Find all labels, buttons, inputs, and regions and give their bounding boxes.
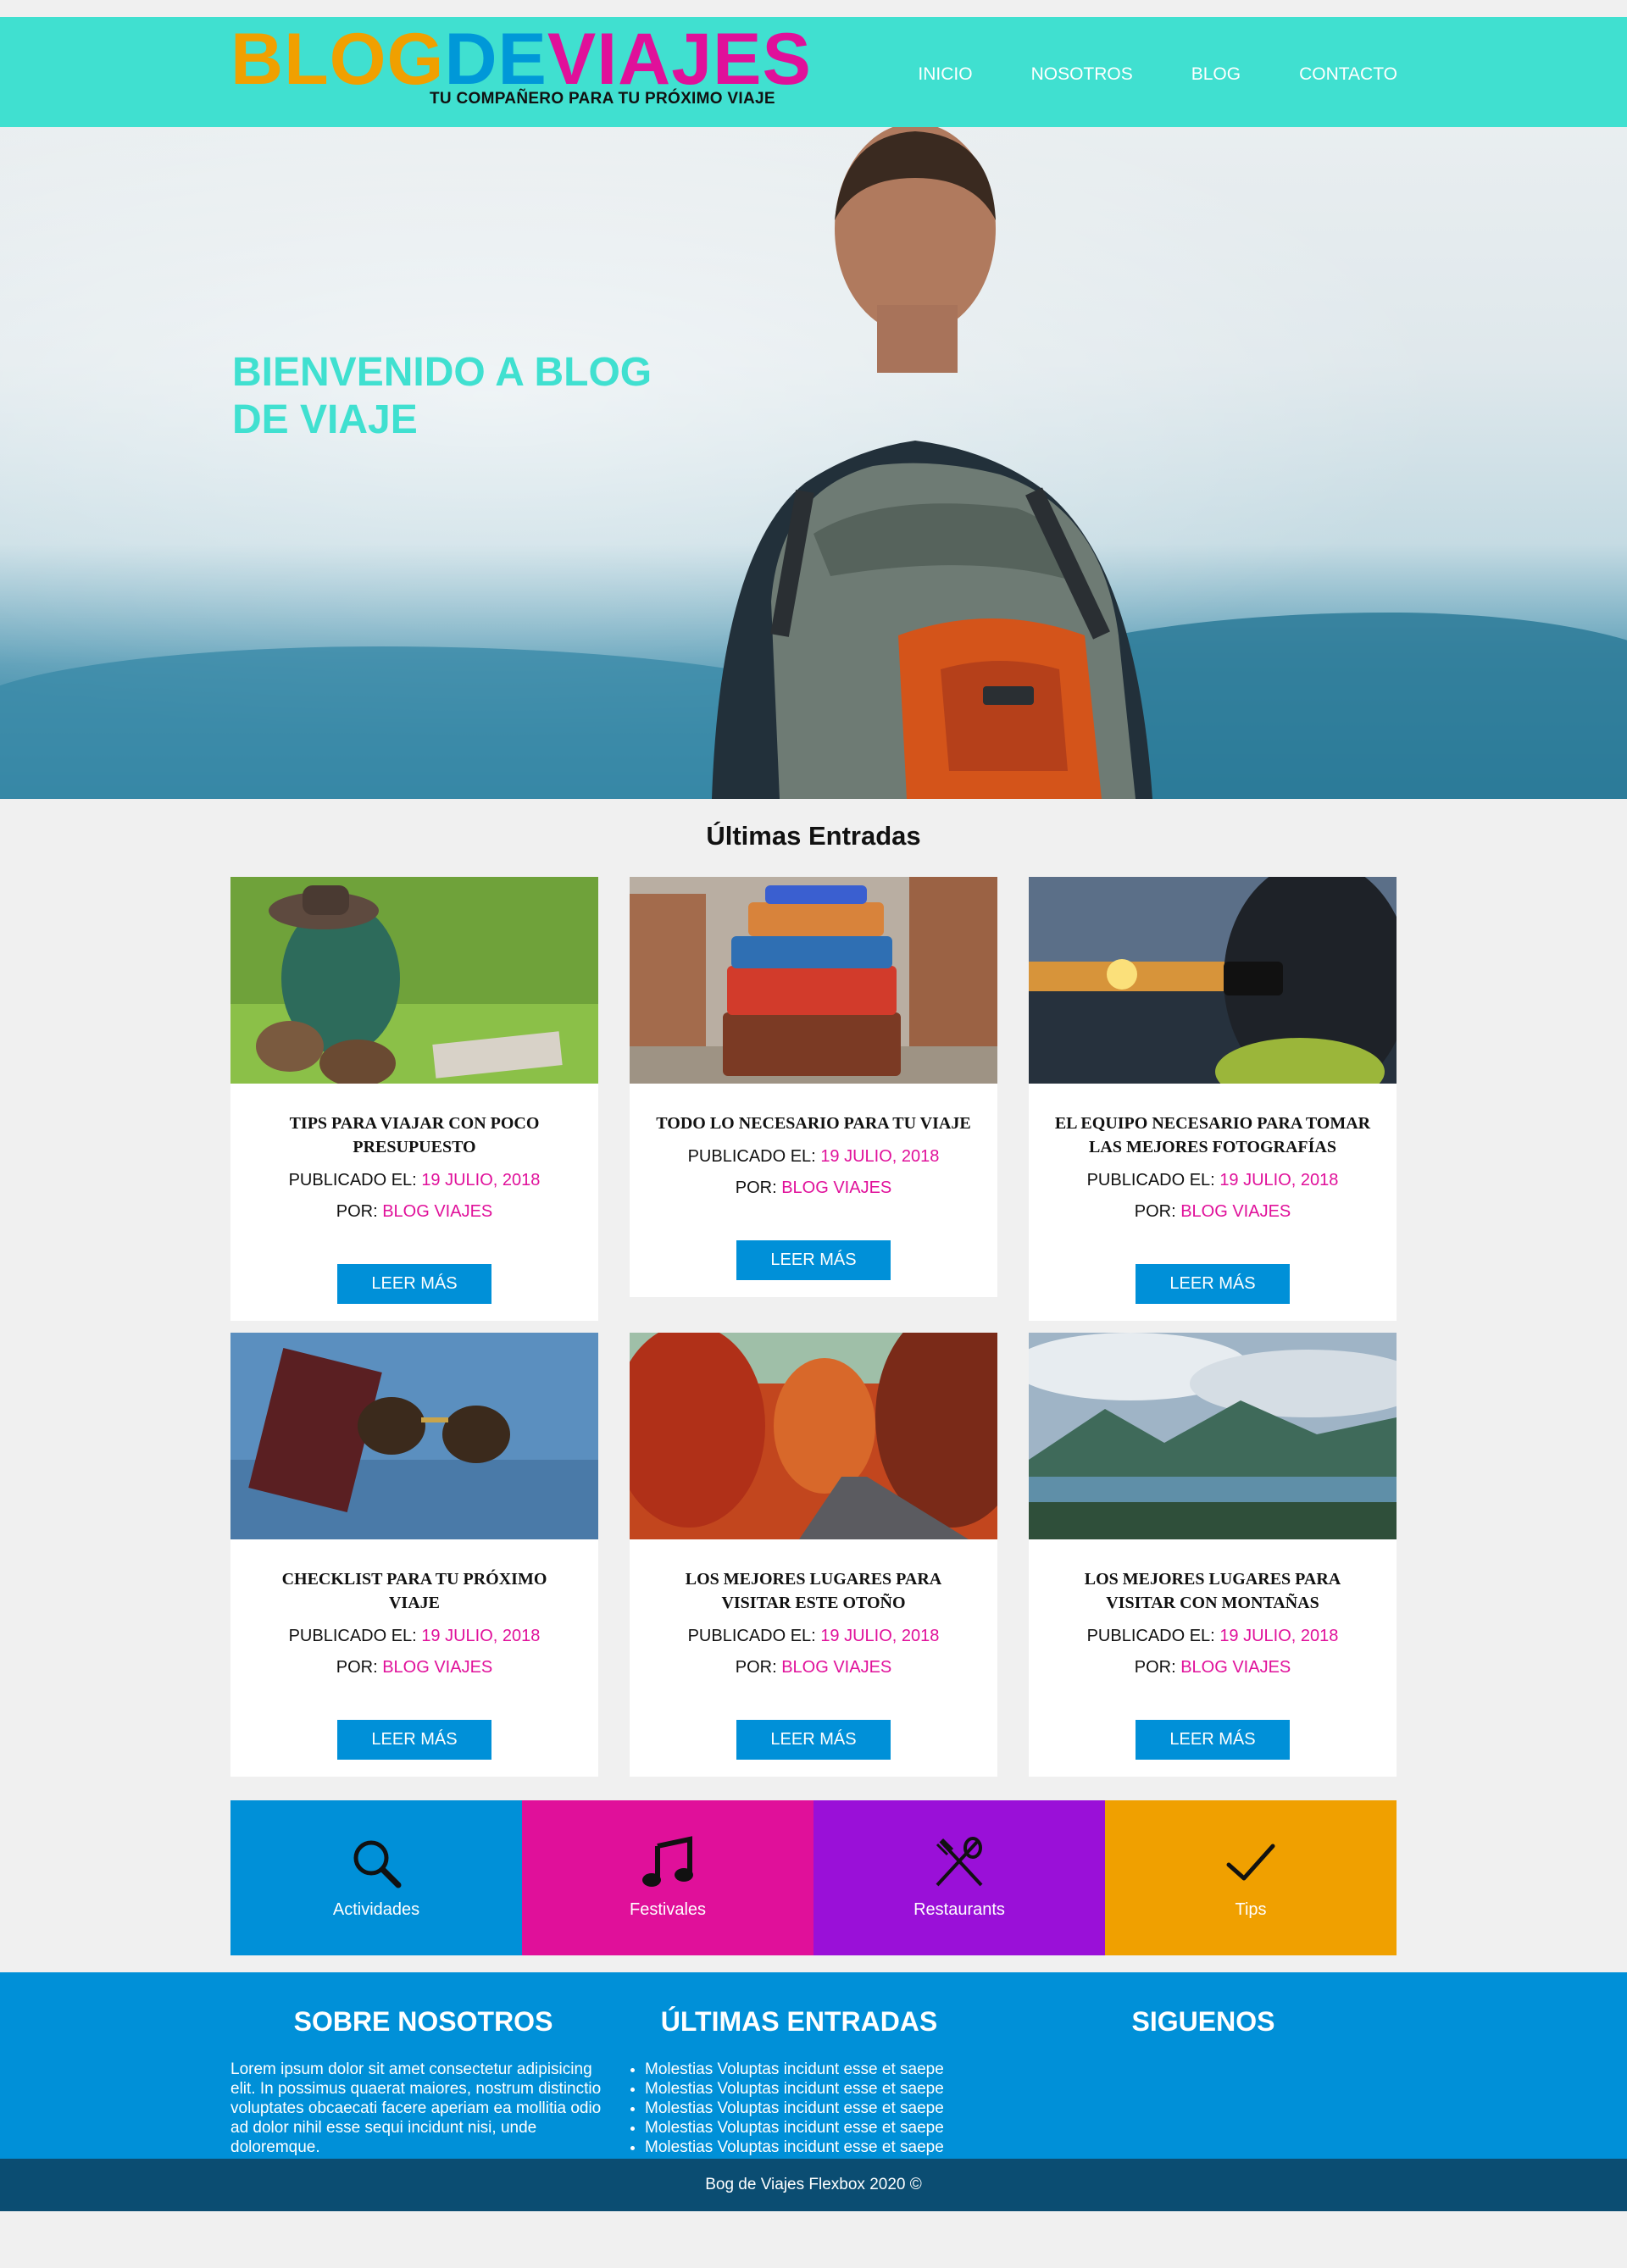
check-icon — [1226, 1844, 1275, 1881]
footer-about: SOBRE NOSOTROS Lorem ipsum dolor sit ame… — [230, 2006, 616, 2157]
post-date[interactable]: 19 JULIO, 2018 — [421, 1627, 540, 1645]
post-card: EL EQUIPO NECESARIO PARA TOMAR LAS MEJOR… — [1029, 860, 1410, 1321]
post-image-mountain-lake — [1012, 1333, 1427, 1539]
hero-banner: BIENVENIDO A BLOG DE VIAJE — [0, 127, 1627, 799]
post-date[interactable]: 19 JULIO, 2018 — [421, 1171, 540, 1189]
latest-entries-title: Últimas Entradas — [706, 821, 921, 851]
published-label: PUBLICADO EL: — [687, 1147, 816, 1166]
footer-social: SIGUENOS — [1042, 2006, 1364, 2060]
nav-blog[interactable]: BLOG — [1191, 64, 1241, 85]
published-label: PUBLICADO EL: — [288, 1627, 417, 1645]
nav-contacto[interactable]: CONTACTO — [1299, 64, 1397, 85]
post-date[interactable]: 19 JULIO, 2018 — [820, 1147, 939, 1166]
post-author[interactable]: BLOG VIAJES — [1180, 1658, 1291, 1677]
post-title: EL EQUIPO NECESARIO PARA TOMAR LAS MEJOR… — [1054, 1114, 1371, 1156]
footer-about-title: SOBRE NOSOTROS — [293, 2006, 553, 2037]
post-date[interactable]: 19 JULIO, 2018 — [1219, 1627, 1338, 1645]
category-label: Festivales — [629, 1900, 707, 1919]
category-actividades[interactable]: Actividades — [230, 1800, 522, 1955]
post-card: LOS MEJORES LUGARES PARA VISITAR ESTE OT… — [613, 1307, 1028, 1777]
post-author[interactable]: BLOG VIAJES — [1180, 1202, 1291, 1221]
by-label: POR: — [336, 1202, 378, 1221]
category-tips[interactable]: Tips — [1105, 1800, 1397, 1955]
read-more-button[interactable]: LEER MÁS — [337, 1264, 491, 1304]
post-image-suitcases — [630, 877, 997, 1084]
hero-title: BIENVENIDO A BLOG DE VIAJE — [232, 350, 652, 442]
top-spacer — [0, 0, 1627, 17]
footer-latest-item[interactable]: Molestias Voluptas incidunt esse et saep… — [645, 2118, 1013, 2138]
post-title: CHECKLIST PARA TU PRÓXIMO VIAJE — [281, 1570, 547, 1612]
music-icon — [642, 1836, 693, 1887]
footer-latest-item[interactable]: Molestias Voluptas incidunt esse et saep… — [645, 2138, 1013, 2157]
by-label: POR: — [1134, 1658, 1176, 1677]
post-author[interactable]: BLOG VIAJES — [781, 1178, 891, 1197]
logo-word-3: VIAJES — [547, 19, 812, 100]
post-author[interactable]: BLOG VIAJES — [781, 1658, 891, 1677]
read-more-button[interactable]: LEER MÁS — [1136, 1264, 1290, 1304]
category-festivales[interactable]: Festivales — [522, 1800, 814, 1955]
post-date[interactable]: 19 JULIO, 2018 — [1219, 1171, 1338, 1189]
published-label: PUBLICADO EL: — [687, 1627, 816, 1645]
post-image-photographer — [1029, 860, 1410, 1106]
copyright: Bog de Viajes Flexbox 2020 © — [0, 2159, 1627, 2211]
post-card: TODO LO NECESARIO PARA TU VIAJE PUBLICAD… — [630, 877, 997, 1297]
main-nav: INICIO NOSOTROS BLOG CONTACTO — [859, 64, 1397, 85]
site-header: BLOGDEVIAJES TU COMPAÑERO PARA TU PRÓXIM… — [0, 17, 1627, 127]
published-label: PUBLICADO EL: — [288, 1171, 417, 1189]
hero-hiker-image — [712, 127, 1152, 799]
search-icon — [353, 1840, 402, 1888]
by-label: POR: — [735, 1658, 777, 1677]
category-restaurants[interactable]: Restaurants — [814, 1800, 1105, 1955]
footer-latest-list: Molestias Voluptas incidunt esse et saep… — [623, 2060, 1013, 2157]
by-label: POR: — [336, 1658, 378, 1677]
post-title: TODO LO NECESARIO PARA TU VIAJE — [656, 1114, 971, 1133]
post-card: LOS MEJORES LUGARES PARA VISITAR CON MON… — [1012, 1333, 1427, 1777]
utensils-icon — [936, 1837, 983, 1887]
footer-latest-item[interactable]: Molestias Voluptas incidunt esse et saep… — [645, 2060, 1013, 2079]
read-more-button[interactable]: LEER MÁS — [1136, 1720, 1290, 1760]
footer-latest-item[interactable]: Molestias Voluptas incidunt esse et saep… — [645, 2079, 1013, 2099]
post-title: LOS MEJORES LUGARES PARA VISITAR CON MON… — [1084, 1570, 1341, 1612]
category-label: Restaurants — [913, 1900, 1005, 1919]
post-card: CHECKLIST PARA TU PRÓXIMO VIAJE PUBLICAD… — [230, 1333, 598, 1777]
posts-grid: TIPS PARA VIAJAR CON POCO PRESUPUESTO PU… — [230, 851, 1427, 1800]
logo-word-1: BLOG — [230, 19, 445, 100]
read-more-button[interactable]: LEER MÁS — [736, 1720, 891, 1760]
post-card: TIPS PARA VIAJAR CON POCO PRESUPUESTO PU… — [230, 877, 598, 1321]
logo-tagline: TU COMPAÑERO PARA TU PRÓXIMO VIAJE — [430, 90, 775, 108]
logo-word-2: DE — [444, 19, 547, 100]
footer-latest-title: ÚLTIMAS ENTRADAS — [660, 2006, 938, 2037]
site-logo[interactable]: BLOGDEVIAJES TU COMPAÑERO PARA TU PRÓXIM… — [230, 23, 812, 108]
read-more-button[interactable]: LEER MÁS — [337, 1720, 491, 1760]
footer-latest-item[interactable]: Molestias Voluptas incidunt esse et saep… — [645, 2099, 1013, 2118]
post-date[interactable]: 19 JULIO, 2018 — [820, 1627, 939, 1645]
category-label: Actividades — [332, 1900, 420, 1919]
footer-social-title: SIGUENOS — [1131, 2006, 1275, 2037]
by-label: POR: — [735, 1178, 777, 1197]
published-label: PUBLICADO EL: — [1086, 1171, 1215, 1189]
categories-bar: Actividades Festivales Restaurants Tips — [230, 1800, 1397, 1955]
by-label: POR: — [1134, 1202, 1176, 1221]
site-footer: SOBRE NOSOTROS Lorem ipsum dolor sit ame… — [0, 1972, 1627, 2211]
category-label: Tips — [1235, 1900, 1267, 1919]
post-image-backpack-hat — [230, 877, 598, 1087]
footer-about-text: Lorem ipsum dolor sit amet consectetur a… — [230, 2060, 602, 2156]
published-label: PUBLICADO EL: — [1086, 1627, 1215, 1645]
nav-nosotros[interactable]: NOSOTROS — [1031, 64, 1133, 85]
nav-inicio[interactable]: INICIO — [918, 64, 972, 85]
read-more-button[interactable]: LEER MÁS — [736, 1240, 891, 1280]
post-title: LOS MEJORES LUGARES PARA VISITAR ESTE OT… — [685, 1570, 942, 1612]
post-image-autumn-road — [613, 1307, 1028, 1539]
post-author[interactable]: BLOG VIAJES — [382, 1202, 492, 1221]
footer-latest: ÚLTIMAS ENTRADAS Molestias Voluptas inci… — [623, 2006, 1013, 2157]
post-author[interactable]: BLOG VIAJES — [382, 1658, 492, 1677]
post-title: TIPS PARA VIAJAR CON POCO PRESUPUESTO — [289, 1114, 540, 1156]
post-image-passport-sunglasses — [230, 1333, 598, 1539]
